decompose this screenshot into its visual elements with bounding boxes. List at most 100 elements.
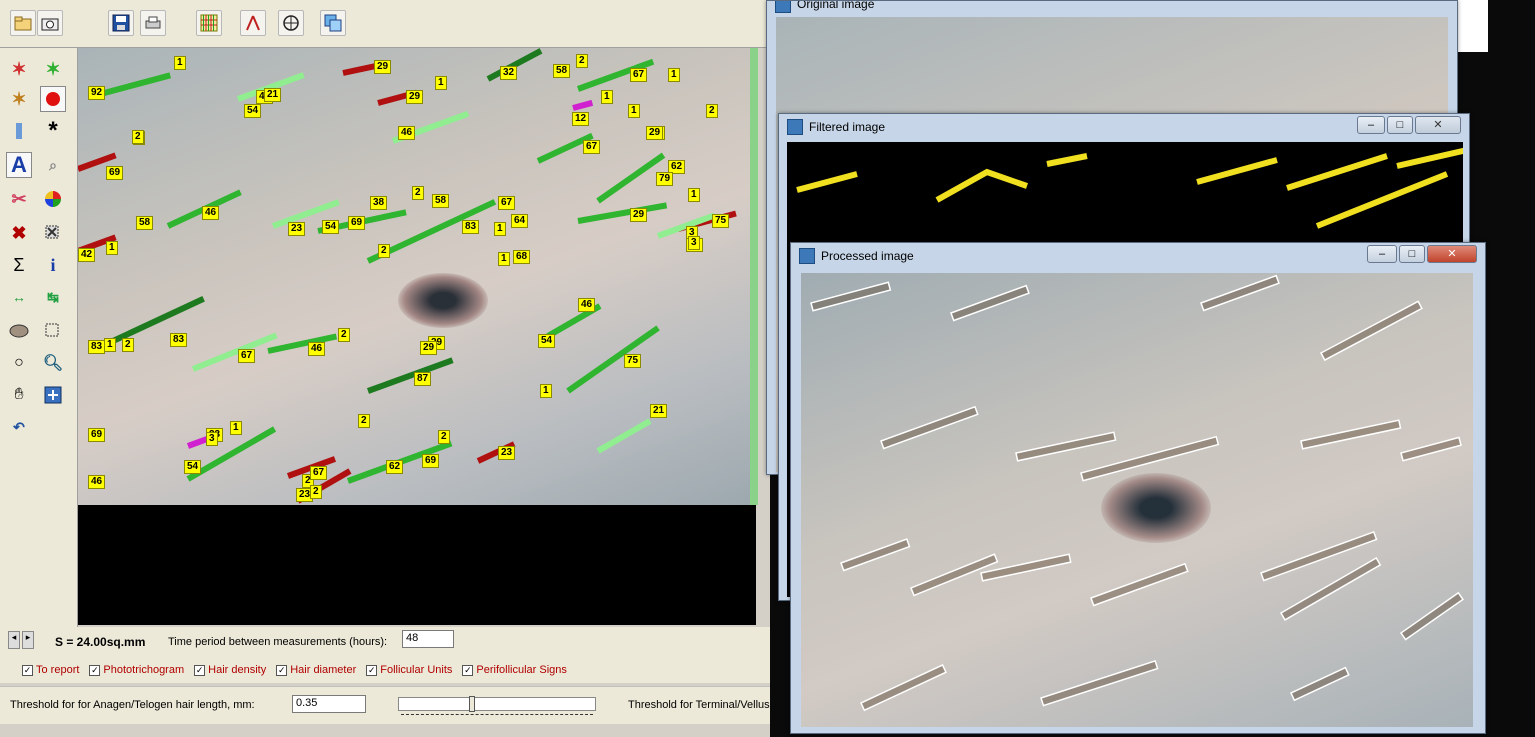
checkbox-box[interactable]: ✓: [89, 664, 101, 676]
processed-image-window[interactable]: Processed image – □ ✕: [790, 242, 1486, 734]
hair-label: 83: [170, 333, 188, 347]
processed-image: [801, 273, 1473, 727]
asterisk-icon[interactable]: *: [40, 117, 66, 144]
minimize-button[interactable]: –: [1357, 116, 1385, 134]
image-empty-area: [78, 505, 756, 625]
hair-segment[interactable]: [566, 325, 660, 394]
hair-label: 29: [374, 60, 392, 74]
sigma-icon[interactable]: Σ: [6, 252, 32, 278]
hair-label: 1: [230, 421, 242, 435]
zoom-in-icon[interactable]: 🔍︎: [40, 350, 66, 376]
checkbox-box[interactable]: ✓: [366, 664, 378, 676]
hair-segment[interactable]: [111, 296, 205, 344]
hair-label: 83: [462, 220, 480, 234]
layers-icon[interactable]: [320, 10, 346, 36]
option-checkbox[interactable]: ✓ Phototrichogram: [89, 664, 184, 676]
threshold-slider[interactable]: [398, 696, 596, 715]
undo-icon[interactable]: ↶: [6, 414, 32, 440]
open-folder-icon[interactable]: [10, 10, 36, 36]
hair-label: 67: [630, 68, 648, 82]
option-checkbox[interactable]: ✓ To report: [22, 664, 79, 676]
cross-scissors-icon[interactable]: ✂: [6, 186, 32, 212]
time-period-label: Time period between measurements (hours)…: [168, 636, 388, 648]
hair-label: 1: [174, 56, 186, 70]
hair-label: 12: [572, 112, 590, 126]
print-icon[interactable]: [140, 10, 166, 36]
minimize-button[interactable]: –: [1367, 245, 1397, 263]
hair-segment[interactable]: [366, 357, 454, 394]
text-tool-icon[interactable]: A: [6, 152, 32, 178]
hair-label: 42: [78, 248, 96, 262]
option-checkbox[interactable]: ✓ Hair diameter: [276, 664, 356, 676]
checkbox-box[interactable]: ✓: [462, 664, 474, 676]
hair-label: 69: [422, 454, 440, 468]
hair-label: 2: [338, 328, 350, 342]
vertical-bar-icon[interactable]: [6, 118, 32, 144]
checkbox-label: To report: [36, 664, 80, 676]
hair-label: 29: [406, 90, 424, 104]
image-edge-strip: [750, 48, 758, 505]
magic-wand-icon[interactable]: ✶: [6, 56, 32, 82]
phototrichogram-image[interactable]: 1292924621542913258267112946121292672696…: [78, 48, 756, 505]
save-disk-icon[interactable]: [108, 10, 134, 36]
close-button[interactable]: ✕: [1415, 116, 1461, 134]
hair-label: 79: [656, 172, 674, 186]
time-period-input[interactable]: 48: [402, 630, 454, 648]
hair-label: 54: [184, 460, 202, 474]
maximize-button[interactable]: □: [1399, 245, 1425, 263]
arrows-green-icon[interactable]: ↹: [40, 284, 66, 310]
hair-label: 29: [420, 341, 438, 355]
maximize-button[interactable]: □: [1387, 116, 1413, 134]
checkbox-box[interactable]: ✓: [194, 664, 206, 676]
checkbox-box[interactable]: ✓: [276, 664, 288, 676]
hair-label: 69: [348, 216, 366, 230]
hair-label: 29: [630, 208, 648, 222]
hair-label: 1: [435, 76, 447, 90]
window-title: Processed image: [821, 249, 914, 263]
target-icon[interactable]: [278, 10, 304, 36]
arrows-green-icon[interactable]: ↔: [6, 284, 32, 310]
compass-icon[interactable]: [240, 10, 266, 36]
threshold-bar: Threshold for for Anagen/Telogen hair le…: [0, 686, 790, 724]
grid-icon[interactable]: [196, 10, 222, 36]
checkbox-box[interactable]: ✓: [22, 664, 33, 676]
select-rect-icon[interactable]: [40, 318, 66, 344]
main-toolbar: [0, 0, 770, 48]
magic-wand-icon[interactable]: ✶: [6, 86, 32, 112]
color-wheel-icon[interactable]: [40, 186, 66, 212]
camera-icon[interactable]: [37, 10, 63, 36]
anagen-threshold-label: Threshold for for Anagen/Telogen hair le…: [10, 699, 255, 711]
magic-wand-icon[interactable]: ✶: [40, 56, 66, 82]
hair-segment[interactable]: [596, 152, 666, 204]
hair-segment[interactable]: [267, 333, 338, 354]
terminal-threshold-label: Threshold for Terminal/Vellus h: [628, 699, 779, 711]
hair-segment[interactable]: [577, 202, 668, 224]
delete-x-icon[interactable]: ✖: [6, 220, 32, 246]
hand-icon[interactable]: ✋︎: [6, 382, 32, 408]
scroll-left-button[interactable]: ◂: [8, 631, 20, 649]
ellipse-icon[interactable]: [6, 318, 32, 344]
hair-label: 62: [386, 460, 404, 474]
zoom-icon[interactable]: ⌕: [40, 152, 66, 178]
tool-palette: ✶ ✶ ✶ * A ⌕ ✂ ✖ Σ i ↔ ↹ ○ 🔍︎ ✋︎ ↶: [0, 48, 78, 628]
fit-icon[interactable]: [40, 382, 66, 408]
area-label: S = 24.00sq.mm: [55, 635, 146, 649]
info-icon[interactable]: i: [40, 252, 66, 278]
hair-label: 58: [553, 64, 571, 78]
lasso-icon[interactable]: ○: [6, 350, 32, 376]
option-checkbox[interactable]: ✓ Perifollicular Signs: [462, 664, 567, 676]
select-delete-icon[interactable]: [40, 220, 66, 246]
hair-label: 54: [322, 220, 340, 234]
hair-segment[interactable]: [572, 99, 594, 111]
option-checkbox[interactable]: ✓ Follicular Units: [366, 664, 452, 676]
close-button[interactable]: ✕: [1427, 245, 1477, 263]
slider-thumb[interactable]: [469, 696, 475, 712]
option-checkbox[interactable]: ✓ Hair density: [194, 664, 266, 676]
red-dot-icon[interactable]: [40, 86, 66, 112]
hair-segment[interactable]: [596, 418, 652, 454]
scroll-right-button[interactable]: ▸: [22, 631, 34, 649]
hair-label: 1: [106, 241, 118, 255]
window-icon: [775, 1, 791, 13]
hair-segment[interactable]: [191, 332, 278, 372]
anagen-threshold-input[interactable]: 0.35: [292, 695, 366, 713]
